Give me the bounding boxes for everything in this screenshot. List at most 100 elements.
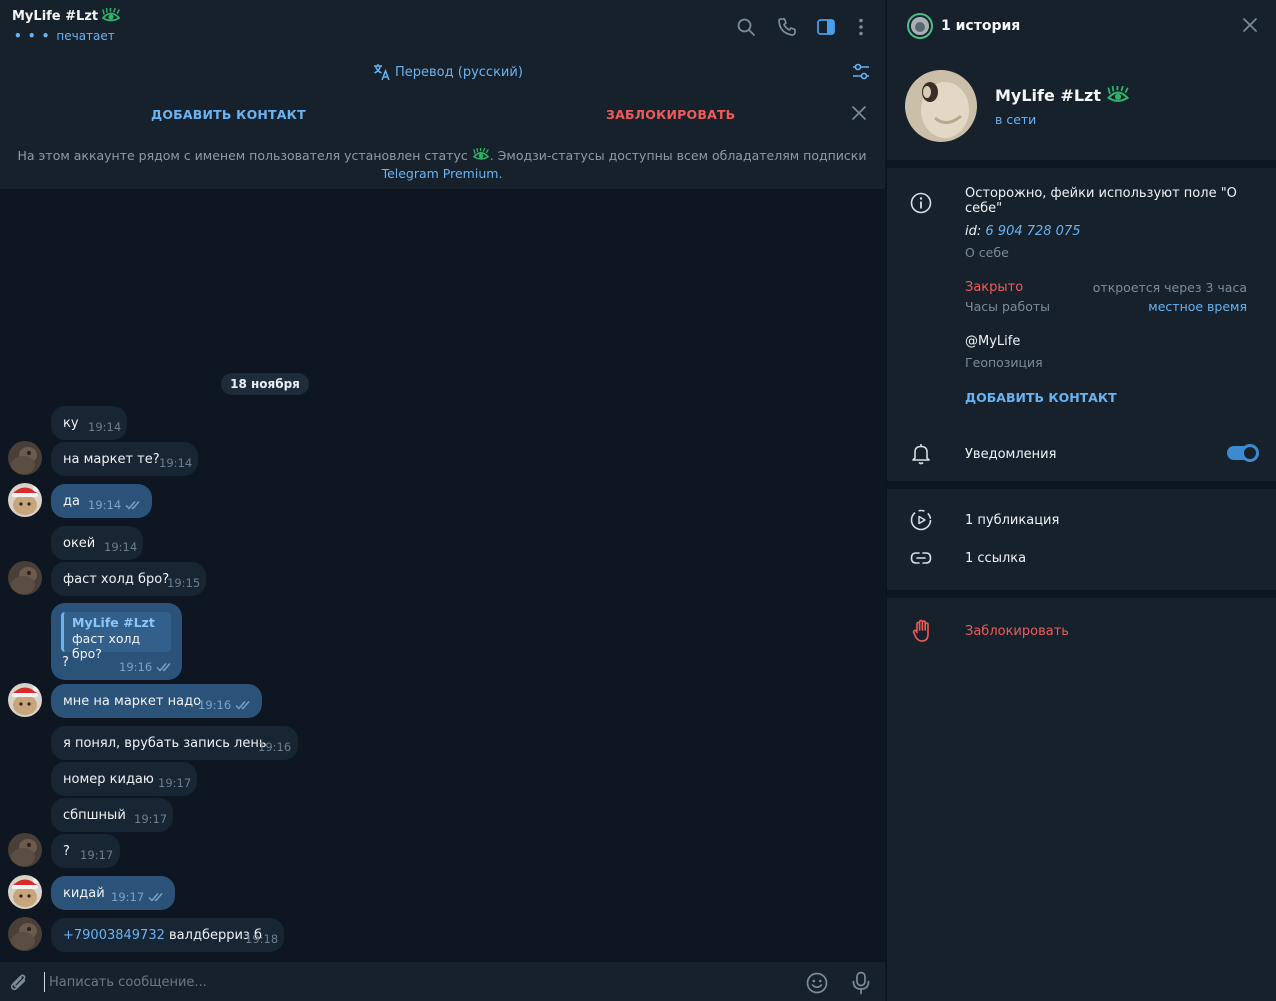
avatar[interactable] bbox=[8, 483, 42, 517]
message-text: окей bbox=[63, 535, 96, 551]
user-id-value: 6 904 728 075 bbox=[985, 224, 1081, 239]
stories-header[interactable]: 1 история bbox=[907, 13, 1020, 39]
telegram-premium-link[interactable]: Telegram Premium bbox=[382, 166, 499, 181]
eye-emoji-icon bbox=[101, 8, 121, 24]
message-time: 19:16 bbox=[258, 740, 292, 754]
profile-avatar[interactable] bbox=[905, 70, 977, 142]
eye-emoji-icon bbox=[1106, 86, 1130, 105]
block-user-row[interactable]: Заблокировать bbox=[965, 624, 1069, 639]
add-contact-button[interactable]: ДОБАВИТЬ КОНТАКТ bbox=[965, 390, 1117, 405]
info-icon bbox=[910, 192, 932, 214]
avatar[interactable] bbox=[8, 561, 42, 595]
avatar[interactable] bbox=[8, 875, 42, 909]
call-button[interactable] bbox=[776, 16, 798, 38]
user-id-label: id: bbox=[965, 224, 982, 239]
user-id[interactable]: id: 6 904 728 075 bbox=[965, 224, 1081, 239]
attach-button[interactable] bbox=[9, 972, 29, 992]
typing-status: • • • печатает bbox=[14, 29, 115, 43]
emoji-button[interactable] bbox=[806, 972, 828, 994]
message-time: 19:14 bbox=[88, 420, 122, 434]
reply-text: фаст холд бро? bbox=[72, 631, 141, 661]
message-input[interactable] bbox=[44, 972, 744, 992]
notice-text-part1: На этом аккаунте рядом с именем пользова… bbox=[17, 148, 468, 163]
block-user-button[interactable]: ЗАБЛОКИРОВАТЬ bbox=[606, 107, 735, 122]
online-status: в сети bbox=[995, 112, 1037, 127]
phone-number-link[interactable]: +79003849732 bbox=[63, 928, 165, 943]
mic-icon bbox=[852, 971, 870, 995]
story-ring-avatar bbox=[907, 13, 933, 39]
attach-icon bbox=[10, 974, 26, 991]
message-incoming[interactable]: на маркет те? 19:14 bbox=[51, 442, 198, 476]
business-hours-status[interactable]: Закрыто bbox=[965, 280, 1023, 295]
avatar[interactable] bbox=[8, 917, 42, 951]
message-time: 19:16 bbox=[119, 660, 153, 674]
close-icon bbox=[852, 106, 866, 120]
chat-title-text: MyLife #Lzt bbox=[12, 8, 99, 24]
message-incoming[interactable]: окей 19:14 bbox=[51, 526, 143, 560]
add-contact-button[interactable]: ДОБАВИТЬ КОНТАКТ bbox=[151, 107, 306, 122]
notice-text-part2: . Эмодзи-статусы доступны всем обладател… bbox=[489, 148, 867, 163]
sidebar-toggle-icon bbox=[817, 19, 835, 35]
voice-record-button[interactable] bbox=[851, 971, 871, 995]
message-time: 19:17 bbox=[111, 890, 145, 904]
profile-name: MyLife #Lzt bbox=[995, 86, 1130, 105]
emoji-status-notice: На этом аккаунте рядом с именем пользова… bbox=[0, 136, 885, 190]
reply-quote[interactable]: MyLife #Lzt фаст холд бро? bbox=[61, 612, 171, 661]
fake-warning-text: Осторожно, фейки используют поле "О себе… bbox=[965, 186, 1237, 216]
reply-author: MyLife #Lzt bbox=[72, 615, 155, 630]
close-icon bbox=[1243, 18, 1257, 32]
more-vertical-icon bbox=[859, 18, 863, 36]
sidebar-toggle-button[interactable] bbox=[815, 16, 837, 38]
message-outgoing[interactable]: да 19:14 bbox=[51, 484, 152, 518]
translate-button[interactable]: Перевод (русский) bbox=[373, 63, 523, 81]
more-menu-button[interactable] bbox=[850, 16, 872, 38]
hand-block-icon bbox=[912, 619, 929, 642]
close-action-bar-button[interactable] bbox=[851, 105, 867, 121]
message-text: на маркет те? bbox=[63, 451, 160, 467]
avatar[interactable] bbox=[8, 833, 42, 867]
stories-count: 1 история bbox=[941, 18, 1021, 34]
chat-title[interactable]: MyLife #Lzt bbox=[12, 8, 121, 24]
message-incoming[interactable]: +79003849732 валдберриз б 19:18 bbox=[51, 918, 284, 952]
filter-icon bbox=[853, 63, 869, 80]
close-panel-button[interactable] bbox=[1242, 17, 1258, 33]
publications-row[interactable]: 1 публикация bbox=[965, 513, 1059, 528]
typing-dots: • • • bbox=[14, 29, 51, 43]
username[interactable]: @MyLife bbox=[965, 334, 1020, 349]
message-incoming[interactable]: ? 19:17 bbox=[51, 834, 120, 868]
message-incoming[interactable]: сбпшный 19:17 bbox=[51, 798, 173, 832]
hours-label: Часы работы bbox=[965, 299, 1051, 314]
avatar[interactable] bbox=[8, 683, 42, 717]
date-chip: 18 ноября bbox=[221, 373, 309, 395]
message-text: ? bbox=[63, 843, 70, 859]
message-time: 19:17 bbox=[80, 848, 114, 862]
message-text: сбпшный bbox=[63, 807, 126, 823]
message-incoming[interactable]: я понял, врубать запись лень 19:16 bbox=[51, 726, 298, 760]
search-icon bbox=[737, 18, 755, 36]
message-incoming[interactable]: фаст холд бро? 19:15 bbox=[51, 562, 206, 596]
avatar[interactable] bbox=[8, 441, 42, 475]
message-incoming[interactable]: номер кидаю 19:17 bbox=[51, 762, 197, 796]
message-time: 19:17 bbox=[158, 776, 192, 790]
notifications-toggle[interactable] bbox=[1227, 444, 1259, 462]
section-divider bbox=[887, 590, 1276, 598]
translate-settings-button[interactable] bbox=[851, 63, 871, 81]
translate-label: Перевод (русский) bbox=[395, 64, 523, 80]
message-list: 18 ноября ку 19:14 на маркет те? 19:14 д… bbox=[0, 190, 885, 962]
search-button[interactable] bbox=[735, 16, 757, 38]
geo-label: Геопозиция bbox=[965, 355, 1043, 370]
phone-icon bbox=[778, 18, 796, 36]
message-outgoing[interactable]: мне на маркет надо 19:16 bbox=[51, 684, 262, 718]
links-row[interactable]: 1 ссылка bbox=[965, 551, 1026, 566]
message-incoming[interactable]: ку 19:14 bbox=[51, 406, 127, 440]
message-time: 19:14 bbox=[88, 498, 122, 512]
message-text: ? bbox=[62, 655, 69, 670]
check-double-icon bbox=[148, 892, 166, 902]
message-time: 19:17 bbox=[134, 812, 168, 826]
message-time: 19:15 bbox=[167, 576, 201, 590]
local-time-link[interactable]: местное время bbox=[1148, 299, 1247, 314]
message-text: да bbox=[63, 493, 80, 509]
message-outgoing[interactable]: кидай 19:17 bbox=[51, 876, 175, 910]
notice-text: На этом аккаунте рядом с именем пользова… bbox=[12, 147, 872, 183]
message-outgoing-reply[interactable]: MyLife #Lzt фаст холд бро? ? 19:16 bbox=[51, 603, 182, 680]
